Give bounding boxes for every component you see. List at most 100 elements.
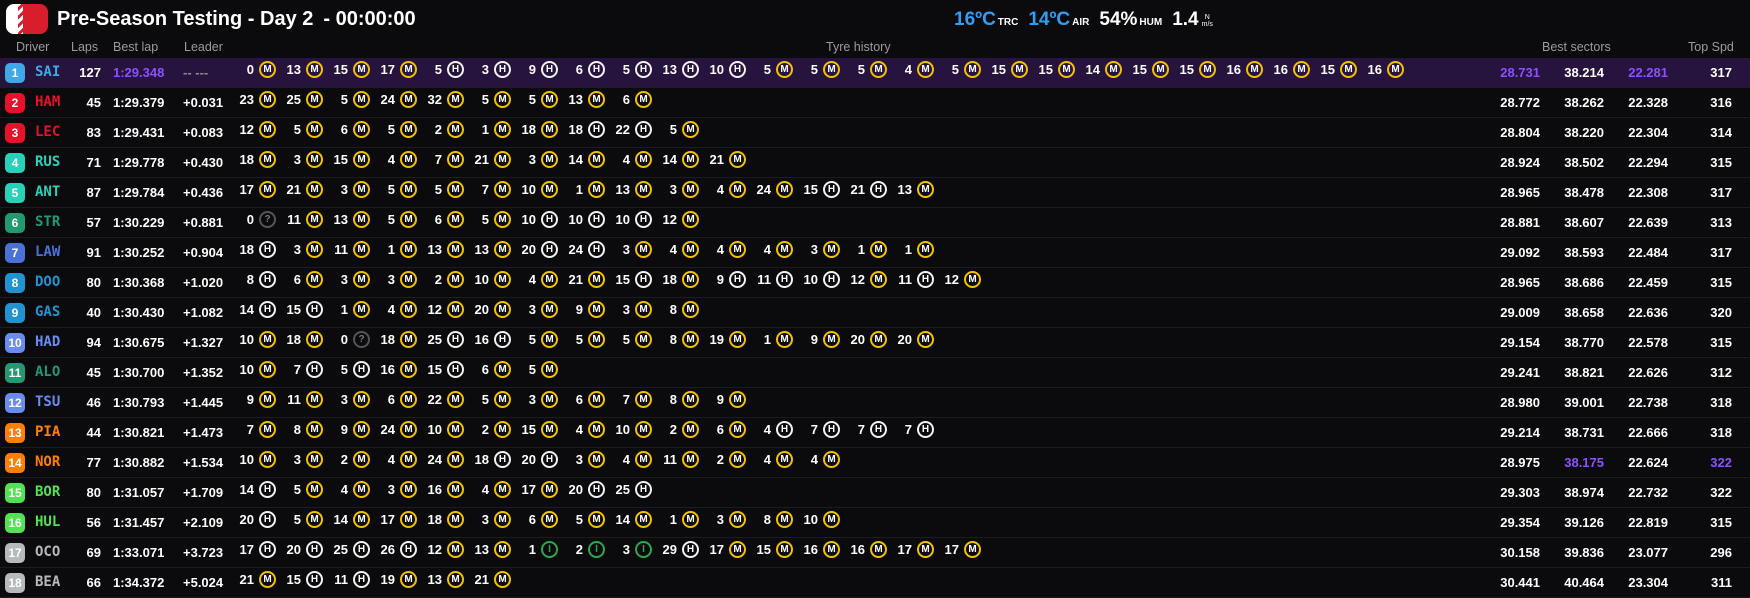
driver-row-gas[interactable]: 9 GAS 40 1:30.430 +1.082 14 H 15 H 1 M 4 M 12 M 20 M 3 M 9 M… xyxy=(0,298,1750,328)
tyre-stint: 4M xyxy=(377,451,417,468)
tyre-stint: 2M xyxy=(659,421,699,438)
driver-row-nor[interactable]: 14 NOR 77 1:30.882 +1.534 10 M 3 M 2 M 4 M 24 M 18 H 20 H 3… xyxy=(0,448,1750,478)
medium-tyre-icon: M xyxy=(682,451,699,468)
hard-tyre-icon: H xyxy=(541,61,558,78)
driver-row-rus[interactable]: 4 RUS 71 1:29.778 +0.430 18 M 3 M 15 M 4 M 7 M 21 M 3 M 14 M… xyxy=(0,148,1750,178)
stint-laps: 15 xyxy=(427,362,442,377)
stint-laps: 25 xyxy=(427,332,442,347)
tyre-stint: 5M xyxy=(565,331,605,348)
tyre-stint: 13 M xyxy=(612,181,652,198)
medium-tyre-icon: M xyxy=(541,421,558,438)
stint-laps: 5 xyxy=(810,62,818,77)
tyre-stint: 9M xyxy=(565,301,605,318)
tyre-stint: 20 M xyxy=(847,331,887,348)
driver-row-bor[interactable]: 15 BOR 80 1:31.057 +1.709 14 H 5 M 4 M 3 M 16 M 4 M 17 M 20… xyxy=(0,478,1750,508)
stint-laps: 10 xyxy=(521,212,536,227)
tyre-stint: 3M xyxy=(706,511,746,528)
lap-count: 45 xyxy=(86,95,101,110)
gap-to-leader: +1.445 xyxy=(183,395,224,410)
stint-laps: 6 xyxy=(481,362,489,377)
tyre-stint: 5M xyxy=(424,181,464,198)
tyre-stint: 2M xyxy=(330,451,370,468)
medium-tyre-icon: M xyxy=(776,181,793,198)
driver-row-tsu[interactable]: 12 TSU 46 1:30.793 +1.445 9 M 11 M 3 M 6 M 22 M 5 M 3 M 6 M 7… xyxy=(0,388,1750,418)
lap-count: 57 xyxy=(86,215,101,230)
driver-row-ham[interactable]: 2 HAM 45 1:29.379 +0.031 23 M 25 M 5 M 24 M 32 M 5 M 5 M 13… xyxy=(0,88,1750,118)
hard-tyre-icon: H xyxy=(823,271,840,288)
tyre-history: 20 H 5 M 14 M 17 M 18 M 3 M 6 M 5 M 14 M 1 M 3 M 8 M 10 M xyxy=(236,511,847,528)
stint-laps: 22 xyxy=(615,122,630,137)
best-lap-time: 1:29.431 xyxy=(113,125,165,140)
stint-laps: 14 xyxy=(1085,62,1100,77)
stint-laps: 4 xyxy=(763,422,771,437)
driver-row-doo[interactable]: 8 DOO 80 1:30.368 +1.020 8 H 6 M 3 M 3 M 2 M 10 M 4 M 21 M 15… xyxy=(0,268,1750,298)
stint-laps: 14 xyxy=(568,152,583,167)
driver-row-ant[interactable]: 5 ANT 87 1:29.784 +0.436 17 M 21 M 3 M 5 M 5 M 7 M 10 M 1 M 1… xyxy=(0,178,1750,208)
medium-tyre-icon: M xyxy=(259,451,276,468)
stint-laps: 2 xyxy=(340,452,348,467)
session-clock: - 00:00:00 xyxy=(323,8,416,30)
driver-row-hul[interactable]: 16 HUL 56 1:31.457 +2.109 20 H 5 M 14 M 17 M 18 M 3 M 6 M 5… xyxy=(0,508,1750,538)
driver-row-lec[interactable]: 3 LEC 83 1:29.431 +0.083 12 M 5 M 6 M 5 M 2 M 1 M 18 M 18 H 2… xyxy=(0,118,1750,148)
driver-row-sai[interactable]: 1 SAI 127 1:29.348 -- --- 0 M 13 M 15 M 17 M 5 H 3 H 9 H 6 H… xyxy=(0,58,1750,88)
medium-tyre-icon: M xyxy=(400,511,417,528)
tyre-stint: 5M xyxy=(377,211,417,228)
hard-tyre-icon: H xyxy=(776,421,793,438)
driver-row-str[interactable]: 6 STR 57 1:30.229 +0.881 0? 11 M 13 M 5 M 6 M 5 M 10 H 10 H… xyxy=(0,208,1750,238)
tyre-history: 10 M 7 H 5 H 16 M 15 H 6 M 5 M xyxy=(236,361,565,378)
position-badge: 2 xyxy=(5,93,25,113)
medium-tyre-icon: M xyxy=(729,181,746,198)
lap-count: 71 xyxy=(86,155,101,170)
stint-laps: 4 xyxy=(716,242,724,257)
medium-tyre-icon: M xyxy=(353,481,370,498)
driver-row-alo[interactable]: 11 ALO 45 1:30.700 +1.352 10 M 7 H 5 H 16 M 15 H 6 M 5 M 29… xyxy=(0,358,1750,388)
stint-laps: 13 xyxy=(286,62,301,77)
medium-tyre-icon: M xyxy=(635,391,652,408)
tyre-stint: 18 H xyxy=(565,121,605,138)
medium-tyre-icon: M xyxy=(353,301,370,318)
medium-tyre-icon: M xyxy=(447,571,464,588)
stint-laps: 17 xyxy=(380,512,395,527)
stint-laps: 16 xyxy=(803,542,818,557)
medium-tyre-icon: M xyxy=(635,151,652,168)
tyre-stint: 10 M xyxy=(471,271,511,288)
best-lap-time: 1:30.793 xyxy=(113,395,165,410)
best-sector-3: 22.624 xyxy=(1628,455,1668,470)
tyre-stint: 1M xyxy=(471,121,511,138)
position-badge: 6 xyxy=(5,213,25,233)
driver-row-law[interactable]: 7 LAW 91 1:30.252 +0.904 18 H 3 M 11 M 1 M 13 M 13 M 20 H 2… xyxy=(0,238,1750,268)
driver-row-pia[interactable]: 13 PIA 44 1:30.821 +1.473 7 M 8 M 9 M 24 M 10 M 2 M 15 M 4 M… xyxy=(0,418,1750,448)
stint-laps: 13 xyxy=(897,182,912,197)
tyre-stint: 3M xyxy=(471,511,511,528)
medium-tyre-icon: M xyxy=(776,511,793,528)
tyre-stint: 19 M xyxy=(377,571,417,588)
best-sector-1: 28.731 xyxy=(1500,65,1540,80)
driver-code: GAS xyxy=(35,304,61,320)
hard-tyre-icon: H xyxy=(259,541,276,558)
best-lap-time: 1:31.057 xyxy=(113,485,165,500)
tyre-stint: 24 M xyxy=(377,91,417,108)
stint-laps: 1 xyxy=(387,242,395,257)
driver-row-had[interactable]: 10 HAD 94 1:30.675 +1.327 10 M 18 M 0? 18 M 25 H 16 H 5 M… xyxy=(0,328,1750,358)
tyre-stint: 3M xyxy=(330,391,370,408)
stint-laps: 5 xyxy=(763,62,771,77)
tyre-stint: 5M xyxy=(941,61,981,78)
tyre-stint: 3M xyxy=(612,301,652,318)
driver-row-bea[interactable]: 18 BEA 66 1:34.372 +5.024 21 M 15 H 11 H 19 M 13 M 21 M 3… xyxy=(0,568,1750,598)
stint-laps: 11 xyxy=(287,392,301,407)
stint-laps: 15 xyxy=(1320,62,1335,77)
stint-laps: 5 xyxy=(622,332,630,347)
medium-tyre-icon: M xyxy=(353,511,370,528)
session-title: Pre-Season Testing - Day 2 - 00:00:00 xyxy=(57,8,416,31)
medium-tyre-icon: M xyxy=(682,391,699,408)
tyre-stint: 16 M xyxy=(1270,61,1310,78)
tyre-stint: 3M xyxy=(659,181,699,198)
tyre-stint: 5M xyxy=(612,331,652,348)
best-sector-3: 22.328 xyxy=(1628,95,1668,110)
driver-row-oco[interactable]: 17 OCO 69 1:33.071 +3.723 17 H 20 H 25 H 26 H 12 M 13 M 1… xyxy=(0,538,1750,568)
medium-tyre-icon: M xyxy=(541,391,558,408)
medium-tyre-icon: M xyxy=(353,91,370,108)
stint-laps: 4 xyxy=(387,152,395,167)
medium-tyre-icon: M xyxy=(400,571,417,588)
stint-laps: 7 xyxy=(293,362,301,377)
